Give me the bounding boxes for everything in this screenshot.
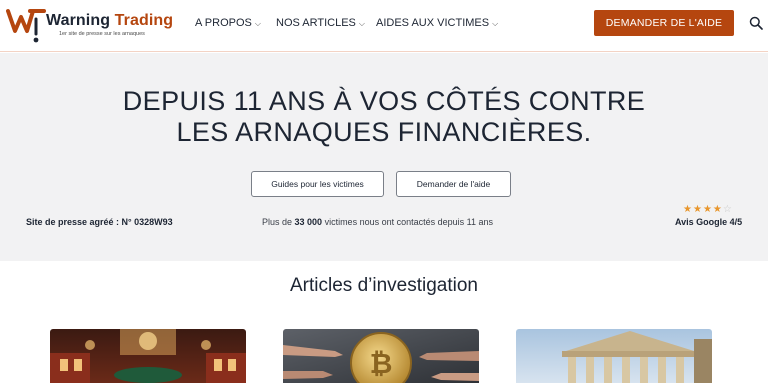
brand-tagline: 1er site de presse sur les arnaques: [59, 31, 145, 37]
victims-count-text: Plus de 33 000 victimes nous ont contact…: [262, 217, 493, 227]
nav-item-a-propos[interactable]: A PROPOS ⌵: [195, 17, 261, 29]
hero-section: DEPUIS 11 ANS À VOS CÔTÉS CONTRE LES ARN…: [0, 53, 768, 261]
svg-text:₿: ₿: [370, 347, 393, 380]
casino-interior-image: [50, 329, 246, 383]
articles-section-title: Articles d’investigation: [290, 275, 478, 296]
bitcoin-coin-image: ₿: [283, 329, 479, 383]
article-card-building[interactable]: [516, 329, 712, 383]
article-card-bitcoin[interactable]: ₿: [283, 329, 479, 383]
brand-name-part2: Trading: [114, 12, 174, 29]
hero-title-line1: DEPUIS 11 ANS À VOS CÔTÉS CONTRE: [122, 86, 646, 116]
rating-stars: ★★★★☆: [683, 204, 733, 215]
search-icon[interactable]: [749, 16, 763, 30]
victims-count: 33 000: [294, 217, 323, 227]
request-help-button[interactable]: DEMANDER DE L'AIDE: [594, 10, 734, 36]
article-card-casino[interactable]: [50, 329, 246, 383]
star-filled-icon: ★: [692, 204, 703, 215]
brand-name-part1: Warning: [46, 12, 111, 29]
star-filled-icon: ★: [702, 204, 713, 215]
logo[interactable]: Warning Trading 1er site de presse sur l…: [6, 7, 176, 43]
chevron-down-icon: ⌵: [358, 19, 365, 28]
nav-item-aides-aux-victimes[interactable]: AIDES AUX VICTIMES ⌵: [376, 17, 498, 29]
chevron-down-icon: ⌵: [254, 19, 261, 28]
site-header: Warning Trading 1er site de presse sur l…: [0, 0, 768, 52]
nav-item-label: AIDES AUX VICTIMES: [376, 17, 490, 29]
google-rating-label: Avis Google 4/5: [675, 217, 743, 227]
brand-name: Warning Trading: [46, 12, 173, 30]
classical-building-image: [516, 329, 712, 383]
star-empty-icon: ☆: [722, 204, 733, 215]
nav-item-nos-articles[interactable]: NOS ARTICLES ⌵: [276, 17, 365, 29]
request-help-outline-button[interactable]: Demander de l'aide: [396, 171, 511, 197]
victims-suffix: victimes nous ont contactés depuis 11 an…: [322, 217, 493, 227]
star-filled-icon: ★: [712, 204, 723, 215]
nav-item-label: NOS ARTICLES: [276, 17, 356, 29]
press-approval-label: Site de presse agréé : N° 0328W93: [26, 217, 173, 227]
chevron-down-icon: ⌵: [492, 19, 499, 28]
victim-guides-button[interactable]: Guides pour les victimes: [251, 171, 384, 197]
nav-item-label: A PROPOS: [195, 17, 252, 29]
victims-prefix: Plus de: [262, 217, 295, 227]
hero-title-line2: LES ARNAQUES FINANCIÈRES.: [176, 117, 592, 147]
star-filled-icon: ★: [683, 204, 693, 215]
hero-title: DEPUIS 11 ANS À VOS CÔTÉS CONTRE LES ARN…: [0, 86, 768, 148]
warning-trading-logo-icon: [6, 9, 46, 43]
